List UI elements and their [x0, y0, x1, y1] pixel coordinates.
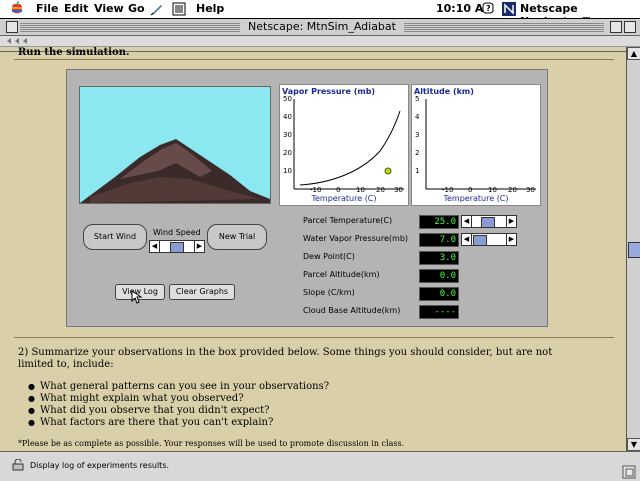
bookmarks-icon[interactable]	[172, 2, 186, 16]
x-axis-label: Temperature (C)	[311, 194, 377, 203]
x-tick: 20	[508, 186, 517, 194]
scroll-up-icon[interactable]: ▲	[627, 47, 640, 60]
readout-label: Water Vapor Pressure(mb)	[303, 234, 409, 243]
chevron-left-icon[interactable]: ◀	[462, 234, 472, 245]
chevron-left-icon[interactable]: ◀	[150, 241, 160, 252]
close-box-icon[interactable]	[6, 21, 18, 33]
netscape-app-icon[interactable]	[502, 2, 516, 16]
compose-icon[interactable]	[150, 2, 164, 16]
svg-text:?: ?	[486, 4, 491, 13]
slider-thumb[interactable]	[170, 242, 184, 253]
window-title: Netscape: MtnSim_Adiabat	[242, 20, 402, 33]
status-bar: Display log of experiments results.	[0, 451, 640, 481]
wind-speed-label: Wind Speed	[153, 228, 201, 237]
chevron-right-icon[interactable]: ▶	[506, 216, 516, 227]
list-item: What general patterns can you see in you…	[28, 381, 329, 392]
mountain-icon	[80, 139, 270, 203]
collapsed-toolbar[interactable]	[0, 36, 640, 47]
readout-label: Slope (C/km)	[303, 288, 355, 297]
parcel-temperature-readout: 25.0	[419, 215, 459, 229]
page-content: Run the simulation. Vapor Pressure (mb) …	[0, 47, 626, 451]
list-item: What might explain what you observed?	[28, 393, 244, 404]
title-stripes-right	[404, 22, 604, 32]
x-tick: -10	[310, 186, 322, 194]
slider-thumb[interactable]	[473, 235, 488, 246]
vertical-scrollbar[interactable]: ▲ ▼	[626, 47, 640, 451]
wind-speed-slider[interactable]: ◀ ▶	[149, 240, 205, 253]
collapse-box-icon[interactable]	[624, 21, 636, 33]
altitude-plot	[425, 99, 536, 190]
chevron-left-icon[interactable]: ◀	[462, 216, 472, 227]
status-text: Display log of experiments results.	[30, 461, 170, 470]
readout-label: Parcel Altitude(km)	[303, 270, 380, 279]
dew-point-readout: 3.0	[419, 251, 459, 265]
x-tick: 0	[336, 186, 341, 194]
x-tick: 20	[376, 186, 385, 194]
x-axis-label: Temperature (C)	[443, 194, 509, 203]
readout-label: Cloud Base Altitude(km)	[303, 306, 401, 315]
chevron-right-icon[interactable]: ▶	[194, 241, 204, 252]
question-text: 2) Summarize your observations in the bo…	[18, 347, 553, 370]
title-stripes	[20, 22, 240, 32]
mountain-scene	[79, 86, 271, 204]
menu-view[interactable]: View	[94, 2, 124, 15]
menu-edit[interactable]: Edit	[64, 2, 88, 15]
new-trial-button[interactable]: New Trial	[207, 224, 267, 250]
resize-grip-icon[interactable]	[622, 465, 636, 479]
menu-help[interactable]: Help	[196, 2, 224, 15]
x-tick: 30	[394, 186, 403, 194]
security-lock-icon[interactable]	[12, 459, 24, 471]
vapor-pressure-plot	[293, 99, 404, 190]
start-wind-button[interactable]: Start Wind	[83, 224, 147, 250]
chevron-right-icon[interactable]: ▶	[506, 234, 516, 245]
scroll-down-icon[interactable]: ▼	[627, 438, 640, 451]
menu-go[interactable]: Go	[128, 2, 145, 15]
list-item: What did you observe that you didn't exp…	[28, 405, 269, 416]
altitude-graph: Altitude (km) 5 4 3 2 1 -10 0 10 20 30 T…	[411, 84, 541, 206]
slope-readout: 0.0	[419, 287, 459, 301]
x-tick: 10	[488, 186, 497, 194]
temperature-slider[interactable]: ◀ ▶	[461, 215, 517, 228]
zoom-box-icon[interactable]	[610, 21, 622, 33]
help-balloon-icon[interactable]: ?	[482, 2, 494, 16]
cloud-base-altitude-readout: ----	[419, 305, 459, 319]
readout-label: Parcel Temperature(C)	[303, 216, 393, 225]
window-title-bar[interactable]: Netscape: MtnSim_Adiabat	[0, 19, 640, 36]
simulation-panel: Vapor Pressure (mb) 50 40 30 20 10 -10 0…	[66, 69, 548, 327]
x-tick: 10	[356, 186, 365, 194]
menu-bar: File Edit View Go Help 10:10 AM ? Netsca…	[0, 0, 640, 28]
section-rule	[14, 59, 614, 60]
section-rule	[14, 337, 614, 338]
scroll-thumb[interactable]	[628, 242, 640, 258]
parcel-altitude-readout: 0.0	[419, 269, 459, 283]
clear-graphs-button[interactable]: Clear Graphs	[169, 284, 235, 300]
section-title: Run the simulation.	[18, 47, 130, 58]
x-tick: 30	[526, 186, 535, 194]
readout-label: Dew Point(C)	[303, 252, 355, 261]
x-tick: 0	[468, 186, 473, 194]
vapor-pressure-slider[interactable]: ◀ ▶	[461, 233, 517, 246]
footnote: *Please be as complete as possible. Your…	[18, 439, 405, 448]
vapor-pressure-readout: 7.0	[419, 233, 459, 247]
list-item: What factors are there that you can't ex…	[28, 417, 273, 428]
x-tick: -10	[442, 186, 454, 194]
mouse-cursor-icon	[131, 290, 143, 304]
menu-file[interactable]: File	[36, 2, 59, 15]
slider-thumb[interactable]	[480, 217, 495, 228]
apple-menu-icon[interactable]	[10, 1, 24, 15]
toolbar-expand-icon[interactable]	[6, 37, 36, 45]
vapor-pressure-graph: Vapor Pressure (mb) 50 40 30 20 10 -10 0…	[279, 84, 409, 206]
